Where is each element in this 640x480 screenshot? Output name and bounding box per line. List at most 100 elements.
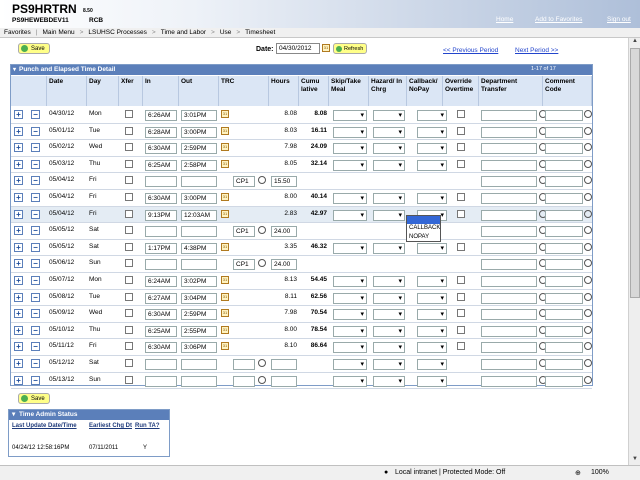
department-transfer-input[interactable] — [481, 159, 537, 171]
xfer-checkbox[interactable] — [125, 159, 133, 168]
callback-select[interactable] — [417, 143, 447, 155]
skip-meal-select[interactable] — [333, 292, 367, 304]
save-button-top[interactable]: Save — [18, 43, 50, 54]
comment-lookup-icon[interactable] — [584, 110, 592, 118]
in-time-input[interactable]: 6:28AM — [145, 126, 177, 138]
hazard-select[interactable] — [373, 159, 405, 171]
add-row-icon[interactable]: + — [14, 276, 23, 285]
xfer-checkbox[interactable] — [125, 276, 133, 284]
department-transfer-input[interactable] — [481, 375, 537, 387]
in-time-input[interactable]: 6:24AM — [145, 276, 177, 287]
callback-option-nopay[interactable]: NOPAY — [407, 233, 440, 242]
out-time-input[interactable]: 2:58PM — [181, 159, 217, 171]
hazard-select[interactable] — [373, 309, 405, 321]
comment-code-input[interactable] — [545, 292, 583, 304]
xfer-checkbox[interactable] — [125, 126, 133, 135]
skip-meal-select[interactable] — [333, 276, 367, 287]
xfer-checkbox[interactable] — [125, 309, 133, 318]
override-overtime-checkbox[interactable] — [457, 276, 465, 284]
department-transfer-input[interactable] — [481, 342, 537, 354]
trc-lookup-icon[interactable] — [258, 359, 266, 367]
department-transfer-input[interactable] — [481, 226, 537, 238]
comment-lookup-icon[interactable] — [584, 309, 592, 318]
in-time-input[interactable] — [145, 176, 177, 188]
callback-select[interactable] — [417, 110, 447, 121]
add-row-icon[interactable]: + — [14, 110, 23, 119]
xfer-checkbox[interactable] — [125, 226, 133, 235]
callback-select[interactable] — [417, 159, 447, 171]
out-time-input[interactable]: 2:55PM — [181, 325, 217, 337]
comment-code-input[interactable] — [545, 375, 583, 387]
status-head-run-ta[interactable]: Run TA? — [135, 423, 169, 430]
in-time-input[interactable]: 6:26AM — [145, 110, 177, 121]
override-overtime-checkbox[interactable] — [457, 193, 465, 201]
delete-row-icon[interactable]: − — [31, 292, 40, 302]
xfer-checkbox[interactable] — [125, 242, 133, 251]
xfer-checkbox[interactable] — [125, 110, 133, 118]
add-row-icon[interactable]: + — [14, 209, 23, 219]
hours-input[interactable] — [271, 375, 297, 387]
override-overtime-checkbox[interactable] — [457, 126, 465, 135]
comment-lookup-icon[interactable] — [584, 276, 592, 284]
delete-row-icon[interactable]: − — [31, 276, 40, 285]
vertical-scrollbar[interactable]: ▲ ▼ — [628, 38, 640, 465]
department-transfer-input[interactable] — [481, 359, 537, 370]
trc-input[interactable]: CP1 — [233, 226, 255, 238]
out-time-input[interactable] — [181, 259, 217, 271]
comment-code-input[interactable] — [545, 309, 583, 321]
delete-row-icon[interactable]: − — [31, 159, 40, 169]
breadcrumb-main-menu[interactable]: Main Menu — [38, 29, 78, 36]
scroll-down-icon[interactable]: ▼ — [630, 456, 640, 465]
in-time-input[interactable]: 6:25AM — [145, 159, 177, 171]
override-overtime-checkbox[interactable] — [457, 309, 465, 318]
override-overtime-checkbox[interactable] — [457, 159, 465, 168]
comment-lookup-icon[interactable] — [584, 126, 592, 135]
xfer-checkbox[interactable] — [125, 143, 133, 152]
hazard-select[interactable] — [373, 209, 405, 221]
trc-calendar-icon[interactable]: 31 — [221, 309, 233, 318]
status-head-last-update[interactable]: Last Update Date/Time — [12, 423, 82, 430]
trc-input[interactable]: CP1 — [233, 176, 255, 188]
callback-select[interactable] — [417, 375, 447, 387]
skip-meal-select[interactable] — [333, 342, 367, 354]
comment-code-input[interactable] — [545, 325, 583, 337]
hours-input[interactable] — [271, 359, 297, 370]
comment-code-input[interactable] — [545, 110, 583, 121]
delete-row-icon[interactable]: − — [31, 226, 40, 236]
callback-dropdown-list[interactable]: CALLBACK NOPAY — [406, 215, 441, 242]
skip-meal-select[interactable] — [333, 325, 367, 337]
delete-row-icon[interactable]: − — [31, 126, 40, 136]
trc-calendar-icon[interactable]: 31 — [221, 209, 233, 218]
add-row-icon[interactable]: + — [14, 359, 23, 368]
xfer-checkbox[interactable] — [125, 209, 133, 218]
breadcrumb-favorites[interactable]: Favorites — [0, 29, 35, 36]
out-time-input[interactable]: 2:59PM — [181, 143, 217, 155]
out-time-input[interactable] — [181, 359, 217, 370]
delete-row-icon[interactable]: − — [31, 259, 40, 269]
xfer-checkbox[interactable] — [125, 359, 133, 367]
comment-code-input[interactable] — [545, 259, 583, 271]
add-row-icon[interactable]: + — [14, 226, 23, 236]
hazard-select[interactable] — [373, 292, 405, 304]
breadcrumb-use[interactable]: Use — [216, 29, 236, 36]
trc-lookup-icon[interactable] — [258, 375, 266, 384]
comment-lookup-icon[interactable] — [584, 143, 592, 152]
hours-input[interactable]: 24.00 — [271, 226, 297, 238]
in-time-input[interactable]: 6:30AM — [145, 309, 177, 321]
department-transfer-input[interactable] — [481, 242, 537, 254]
department-transfer-input[interactable] — [481, 143, 537, 155]
department-transfer-input[interactable] — [481, 193, 537, 204]
delete-row-icon[interactable]: − — [31, 110, 40, 119]
comment-lookup-icon[interactable] — [584, 209, 592, 218]
trc-calendar-icon[interactable]: 31 — [221, 325, 233, 334]
department-transfer-input[interactable] — [481, 292, 537, 304]
add-row-icon[interactable]: + — [14, 126, 23, 136]
trc-calendar-icon[interactable]: 31 — [221, 242, 233, 251]
add-row-icon[interactable]: + — [14, 242, 23, 252]
sign-out-link[interactable]: Sign out — [607, 16, 631, 26]
in-time-input[interactable]: 6:30AM — [145, 342, 177, 354]
comment-code-input[interactable] — [545, 242, 583, 254]
comment-code-input[interactable] — [545, 193, 583, 204]
trc-calendar-icon[interactable]: 31 — [221, 342, 233, 351]
callback-select[interactable] — [417, 276, 447, 287]
